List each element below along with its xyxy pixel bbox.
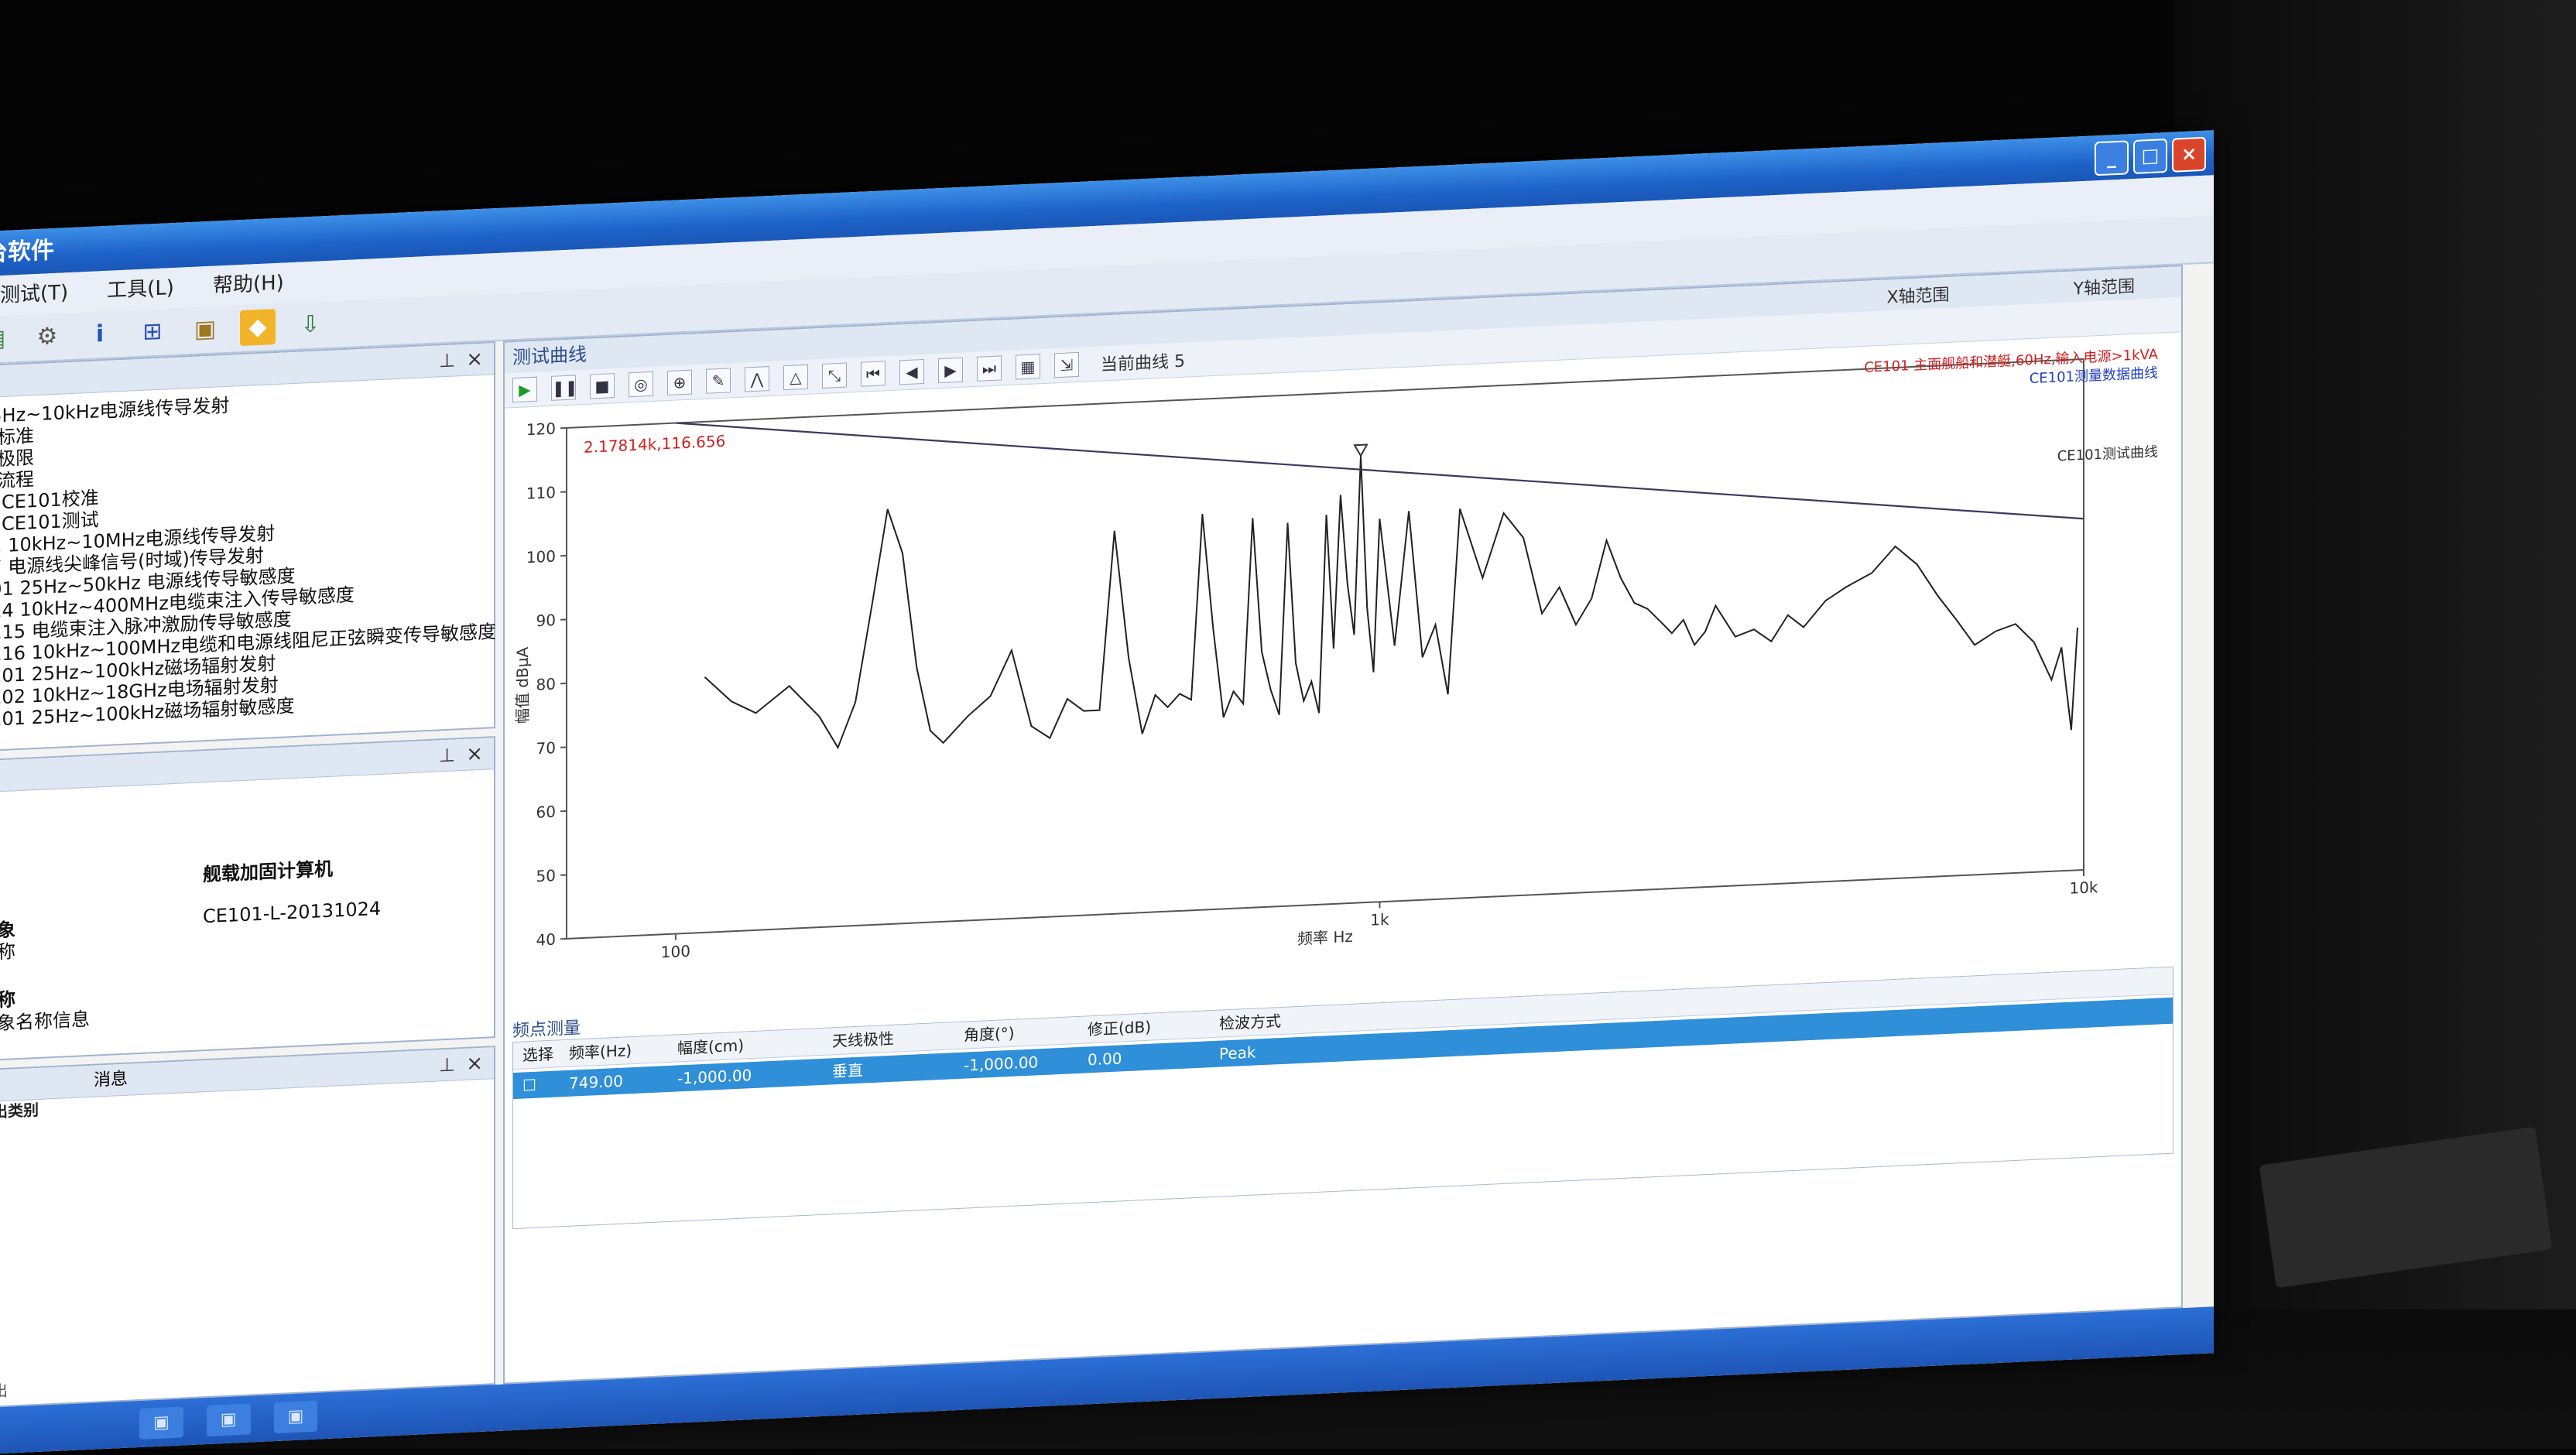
fit-icon[interactable]: ⇲	[1054, 352, 1079, 378]
cell-detector[interactable]: Peak	[1210, 1035, 1349, 1067]
close-button[interactable]: ×	[2172, 137, 2206, 173]
y-tick-label: 70	[536, 738, 556, 758]
curve-panel-title: 测试曲线	[512, 344, 587, 368]
close-panel-icon[interactable]: ×	[466, 1048, 483, 1080]
col-detector: 检波方式	[1210, 1005, 1349, 1037]
zoom-icon[interactable]: ⊕	[667, 370, 692, 395]
left-column: ⊥ × 25Hz~10kHz电源线传导发射试标准试极限试流程CE101校准CE1…	[0, 341, 495, 1409]
y-axis-label: 幅值 dBμA	[513, 646, 532, 724]
x-axis-label: 频率 Hz	[1297, 927, 1353, 948]
cell-frequency[interactable]: 749.00	[560, 1066, 668, 1097]
window-controls: _ □ ×	[2095, 137, 2206, 176]
col-amplitude: 幅度(cm)	[668, 1029, 823, 1062]
maximize-button[interactable]: □	[2133, 139, 2167, 174]
y-tick-label: 120	[526, 419, 556, 440]
camera-icon[interactable]: ◎	[629, 371, 653, 397]
clipboard-icon[interactable]: ▣	[187, 311, 223, 348]
x-range-button[interactable]: X轴范围	[1886, 280, 1949, 314]
play-icon[interactable]: ▶	[512, 377, 537, 402]
output-panel: 出 消息 ⊥ × 输出类别 输出	[0, 1046, 495, 1409]
folder-icon[interactable]: ◆	[240, 309, 276, 346]
monitor-screen: 台软件 _ □ × 测试(T) 工具(L) 帮助(H) ▤ ⚙ i ⊞ ▣ ◆ …	[0, 130, 2214, 1455]
close-panel-icon[interactable]: ×	[466, 738, 483, 770]
test-tree-panel: ⊥ × 25Hz~10kHz电源线传导发射试标准试极限试流程CE101校准CE1…	[0, 341, 495, 752]
col-angle: 角度(°)	[954, 1017, 1078, 1049]
first-icon[interactable]: ⏮	[861, 361, 886, 386]
taskbar-app-1[interactable]: ▣	[139, 1406, 183, 1440]
last-icon[interactable]: ⏭	[977, 355, 1002, 381]
peak-icon[interactable]: ⋀	[745, 366, 769, 392]
curve-chart[interactable]: 40 50 60 70 80 90 100 110 120 100 1k 10k 频率 Hz 幅值 dBμ…	[512, 340, 2169, 1003]
object-value: CE101-L-20131024	[203, 898, 381, 927]
col-select: 选择	[513, 1040, 560, 1069]
close-panel-icon[interactable]: ×	[466, 344, 483, 375]
next-icon[interactable]: ▶	[938, 358, 963, 383]
marker-icon[interactable]: △	[783, 365, 808, 390]
test-tree: 25Hz~10kHz电源线传导发射试标准试极限试流程CE101校准CE101测试…	[0, 375, 494, 731]
x-tick-label: 1k	[1370, 910, 1389, 929]
network-icon[interactable]: ⊞	[135, 313, 170, 351]
test-curve-panel: 测试曲线 X轴范围 Y轴范围 ▶ ❚❚ ■ ◎ ⊕ ✎ ⋀ △ ⤡ ⏮ ◀ ▶ …	[503, 265, 2183, 1385]
device-name: 舰载加固计算机	[203, 854, 333, 887]
cell-amplitude[interactable]: -1,000.00	[668, 1059, 823, 1092]
x-tick-label: 100	[661, 942, 690, 962]
y-tick-label: 110	[526, 483, 556, 503]
y-tick-label: 100	[526, 547, 556, 567]
stop-icon[interactable]: ■	[590, 373, 615, 399]
taskbar-app-3[interactable]: ▣	[274, 1401, 318, 1434]
menu-test[interactable]: 测试(T)	[0, 272, 68, 316]
curve-plot-area: 40 50 60 70 80 90 100 110 120 100 1k 10k 频率 Hz 幅值 dBμ…	[512, 340, 2174, 1003]
export-icon[interactable]: ⇩	[293, 306, 328, 344]
message-tab[interactable]: 消息	[94, 1070, 128, 1090]
col-frequency: 频率(Hz)	[560, 1036, 668, 1066]
cell-correction[interactable]: 0.00	[1078, 1041, 1210, 1073]
pause-icon[interactable]: ❚❚	[551, 375, 576, 400]
window-title: 台软件	[0, 237, 54, 267]
y-tick-label: 90	[536, 611, 556, 630]
y-tick-label: 80	[536, 675, 556, 694]
col-correction: 修正(dB)	[1078, 1011, 1210, 1043]
col-polarity: 天线极性	[823, 1022, 954, 1055]
cursor-icon[interactable]: ⤡	[822, 363, 847, 389]
menu-tools[interactable]: 工具(L)	[107, 268, 174, 311]
taskbar-app-2[interactable]: ▣	[207, 1403, 251, 1436]
grid-icon[interactable]: ▦	[1016, 354, 1040, 379]
y-tick-label: 60	[536, 803, 556, 822]
cell-polarity[interactable]: 垂直	[823, 1053, 954, 1085]
plot-frame	[567, 359, 2084, 939]
pen-icon[interactable]: ✎	[706, 368, 731, 393]
pin-icon[interactable]: ⊥	[439, 739, 455, 771]
pin-icon[interactable]: ⊥	[439, 344, 455, 376]
minimize-button[interactable]: _	[2095, 140, 2129, 176]
object-info-label: 对象名称信息	[0, 1004, 90, 1036]
cell-angle[interactable]: -1,000.00	[954, 1047, 1078, 1079]
y-tick-label: 40	[536, 930, 556, 950]
pin-icon[interactable]: ⊥	[439, 1049, 455, 1080]
properties-panel: ⊥ × 舰载加固计算机 对象 CE101-L-20131024 名称 名称 对象…	[0, 736, 495, 1062]
y-tick-label: 50	[536, 866, 556, 885]
new-icon[interactable]: ▤	[0, 320, 12, 358]
output-footer-tab[interactable]: 输出	[0, 1381, 8, 1402]
menu-help[interactable]: 帮助(H)	[213, 263, 284, 306]
settings-icon[interactable]: ⚙	[29, 318, 65, 355]
freq-measure-title: 频点测量	[512, 1014, 581, 1042]
name-label: 名称	[0, 936, 15, 964]
current-curve-label: 当前曲线 5	[1101, 347, 1185, 376]
freq-measure-table: 选择 频率(Hz) 幅度(cm) 天线极性 角度(°) 修正(dB) 检波方式 …	[512, 967, 2174, 1229]
x-tick-label: 10k	[2069, 878, 2098, 898]
prev-icon[interactable]: ◀	[899, 359, 924, 385]
row-checkbox[interactable]: ☐	[513, 1070, 560, 1099]
info-icon[interactable]: i	[82, 316, 118, 353]
y-range-button[interactable]: Y轴范围	[2074, 272, 2135, 306]
